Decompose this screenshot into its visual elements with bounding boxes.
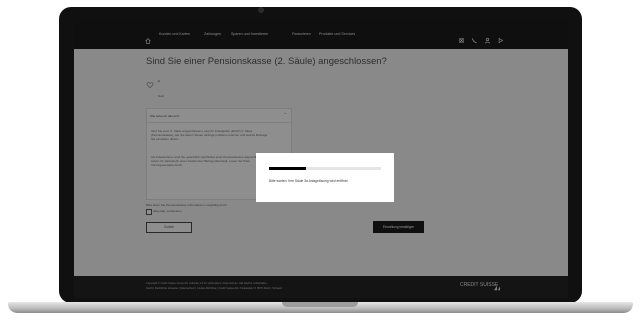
progress-bar xyxy=(269,167,381,170)
loading-dialog: Bitte warten: Ihre Säule 3a Anlagelösung… xyxy=(256,153,394,202)
progress-bar-fill xyxy=(269,167,306,170)
camera-icon xyxy=(258,7,264,13)
laptop-notch xyxy=(282,302,358,307)
loading-message: Bitte warten: Ihre Säule 3a Anlagelösung… xyxy=(269,179,349,183)
browser-screen: Kunden und Karten Zahlungen Sparen und I… xyxy=(74,22,568,298)
